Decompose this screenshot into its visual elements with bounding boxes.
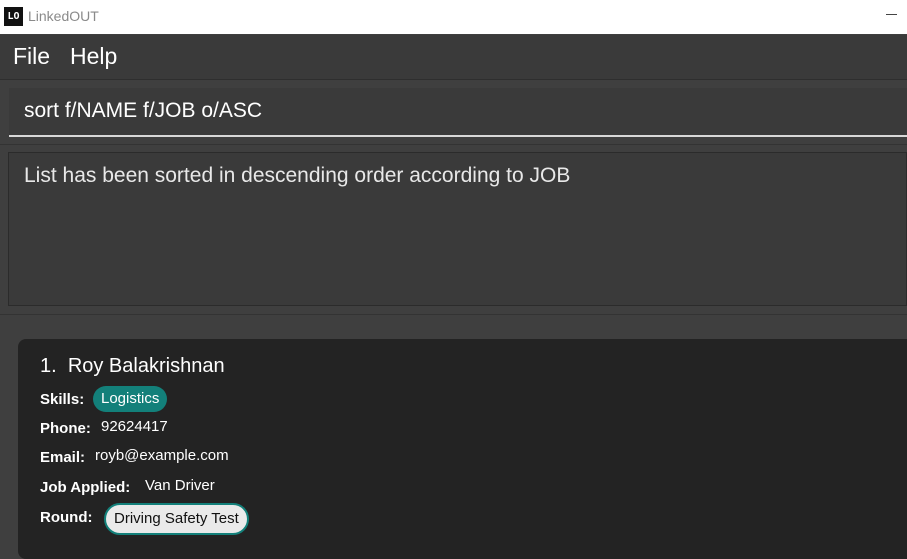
applicant-card[interactable]: 1. Roy Balakrishnan Skills: Logistics Ph… — [18, 339, 907, 559]
menu-file[interactable]: File — [13, 43, 50, 70]
job-label: Job Applied: — [40, 479, 131, 496]
minimize-icon[interactable] — [884, 6, 900, 22]
phone-value: 92624417 — [101, 418, 168, 435]
round-label: Round: — [40, 509, 93, 526]
title-bar: LO LinkedOUT — [0, 0, 907, 34]
command-input-text[interactable]: sort f/NAME f/JOB o/ASC — [24, 99, 262, 123]
command-input[interactable]: sort f/NAME f/JOB o/ASC — [9, 88, 907, 137]
applicant-index: 1. — [40, 355, 57, 377]
skills-label: Skills: — [40, 391, 85, 408]
applicant-name: Roy Balakrishnan — [67, 355, 225, 377]
phone-label: Phone: — [40, 420, 91, 437]
round-tag: Driving Safety Test — [104, 503, 249, 535]
window-title: LinkedOUT — [28, 8, 99, 24]
menu-bar: File Help — [0, 35, 907, 80]
email-label: Email: — [40, 449, 86, 466]
menu-help[interactable]: Help — [70, 43, 117, 70]
skill-tag: Logistics — [93, 386, 168, 412]
applicant-name-line: 1. Roy Balakrishnan — [40, 355, 225, 378]
divider — [0, 314, 907, 315]
job-value: Van Driver — [145, 477, 215, 494]
result-display: List has been sorted in descending order… — [8, 152, 907, 306]
result-message: List has been sorted in descending order… — [24, 164, 571, 187]
app-logo-icon: LO — [4, 7, 23, 26]
email-value: royb@example.com — [95, 447, 229, 464]
divider — [0, 144, 907, 145]
